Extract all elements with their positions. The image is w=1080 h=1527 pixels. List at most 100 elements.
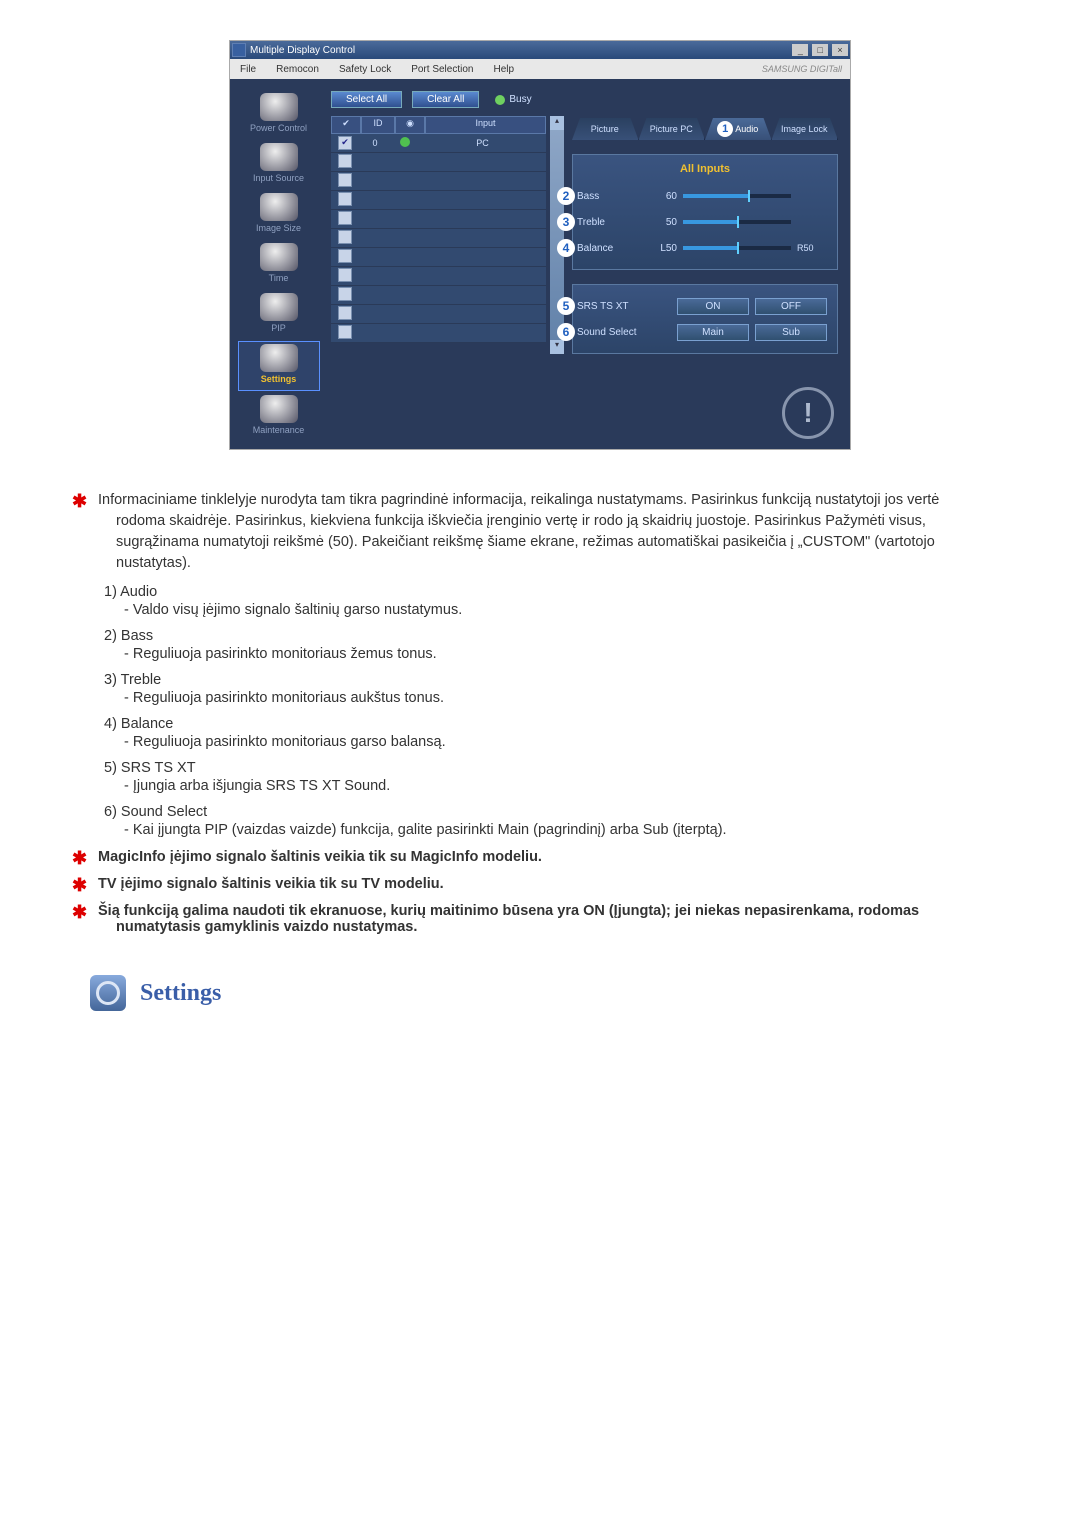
row-checkbox[interactable] xyxy=(338,268,352,282)
list-scrollbar[interactable]: ▴ ▾ xyxy=(550,116,564,354)
slider-track[interactable] xyxy=(683,220,791,224)
tab-audio[interactable]: 1Audio xyxy=(705,118,772,140)
menu-file[interactable]: File xyxy=(230,64,266,75)
select-all-button[interactable]: Select All xyxy=(331,91,402,108)
row-checkbox[interactable] xyxy=(338,211,352,225)
slider-track[interactable] xyxy=(683,246,791,250)
sidebar-item-pip[interactable]: PIP xyxy=(239,291,319,339)
tab-image-lock[interactable]: Image Lock xyxy=(772,118,839,140)
app-window: Multiple Display Control _ □ × File Remo… xyxy=(229,40,851,450)
doc-list-desc: - Įjungia arba išjungia SRS TS XT Sound. xyxy=(124,778,990,794)
col-status[interactable]: ◉ xyxy=(395,116,425,134)
brand-label: SAMSUNG DIGITall xyxy=(524,64,850,74)
col-check[interactable]: ✔ xyxy=(331,116,361,134)
doc-list-heading: 5) SRS TS XT xyxy=(104,760,990,776)
table-row[interactable]: 0 PC xyxy=(331,134,546,153)
row-checkbox[interactable] xyxy=(338,287,352,301)
table-row[interactable] xyxy=(331,210,546,229)
slider-track[interactable] xyxy=(683,194,791,198)
doc-list-heading: 1) Audio xyxy=(104,584,990,600)
pip-icon xyxy=(260,293,298,321)
slider-post: R50 xyxy=(797,243,827,253)
table-row[interactable] xyxy=(331,229,546,248)
table-row[interactable] xyxy=(331,153,546,172)
tab-picture-pc[interactable]: Picture PC xyxy=(639,118,706,140)
num-badge: 4 xyxy=(557,239,575,257)
slider-row: 4BalanceL50R50 xyxy=(583,235,827,261)
doc-note: ✱MagicInfo įėjimo signalo šaltinis veiki… xyxy=(116,848,990,865)
row-checkbox[interactable] xyxy=(338,136,352,150)
table-row[interactable] xyxy=(331,324,546,343)
scroll-down-icon[interactable]: ▾ xyxy=(550,340,564,354)
sound-sub-button[interactable]: Sub xyxy=(755,324,827,341)
slider-label: Bass xyxy=(577,191,645,202)
list-header: ✔ ID ◉ Input xyxy=(331,116,546,134)
slider-value: 60 xyxy=(651,191,677,202)
srs-label: SRS TS XT xyxy=(577,301,645,312)
menu-remocon[interactable]: Remocon xyxy=(266,64,329,75)
maintenance-icon xyxy=(260,395,298,423)
col-input[interactable]: Input xyxy=(425,116,546,134)
slider-row: 3Treble50 xyxy=(583,209,827,235)
row-checkbox[interactable] xyxy=(338,192,352,206)
sidebar-item-image-size[interactable]: Image Size xyxy=(239,191,319,239)
srs-on-button[interactable]: ON xyxy=(677,298,749,315)
table-row[interactable] xyxy=(331,172,546,191)
main-panel: Select All Clear All Busy ✔ ID ◉ Input 0 xyxy=(327,83,850,449)
table-row[interactable] xyxy=(331,305,546,324)
row-id: 0 xyxy=(359,138,391,148)
doc-note: ✱Šią funkciją galima naudoti tik ekranuo… xyxy=(116,902,990,935)
settings-icon xyxy=(260,344,298,372)
table-row[interactable] xyxy=(331,248,546,267)
maximize-button[interactable]: □ xyxy=(812,44,828,56)
row-checkbox[interactable] xyxy=(338,230,352,244)
power-icon xyxy=(260,93,298,121)
busy-dot-icon xyxy=(495,95,505,105)
close-button[interactable]: × xyxy=(832,44,848,56)
srs-off-button[interactable]: OFF xyxy=(755,298,827,315)
sidebar: Power Control Input Source Image Size Ti… xyxy=(230,83,327,449)
doc-list-heading: 3) Treble xyxy=(104,672,990,688)
scroll-up-icon[interactable]: ▴ xyxy=(550,116,564,130)
device-list: ✔ ID ◉ Input 0 PC xyxy=(331,116,546,354)
app-icon xyxy=(232,43,246,57)
minimize-button[interactable]: _ xyxy=(792,44,808,56)
table-row[interactable] xyxy=(331,191,546,210)
sidebar-item-power-control[interactable]: Power Control xyxy=(239,91,319,139)
slider-value: L50 xyxy=(651,243,677,254)
menu-port-selection[interactable]: Port Selection xyxy=(401,64,483,75)
settings-panel: Picture Picture PC 1Audio Image Lock All… xyxy=(568,116,842,354)
all-inputs-label: All Inputs xyxy=(583,163,827,175)
menu-safety-lock[interactable]: Safety Lock xyxy=(329,64,401,75)
tab-picture[interactable]: Picture xyxy=(572,118,639,140)
row-checkbox[interactable] xyxy=(338,325,352,339)
doc-list-desc: - Reguliuoja pasirinkto monitoriaus aukš… xyxy=(124,690,990,706)
menu-help[interactable]: Help xyxy=(483,64,524,75)
num-badge: 3 xyxy=(557,213,575,231)
tabs: Picture Picture PC 1Audio Image Lock xyxy=(572,116,838,140)
row-checkbox[interactable] xyxy=(338,154,352,168)
row-checkbox[interactable] xyxy=(338,249,352,263)
sidebar-item-maintenance[interactable]: Maintenance xyxy=(239,393,319,441)
slider-label: Balance xyxy=(577,243,645,254)
sound-main-button[interactable]: Main xyxy=(677,324,749,341)
status-dot-icon xyxy=(400,137,410,147)
sidebar-item-settings[interactable]: Settings xyxy=(238,341,320,391)
num-badge-6: 6 xyxy=(557,323,575,341)
col-id[interactable]: ID xyxy=(361,116,395,134)
settings-heading-title: Settings xyxy=(140,980,221,1007)
busy-indicator: Busy xyxy=(495,94,531,105)
row-checkbox[interactable] xyxy=(338,173,352,187)
window-buttons: _ □ × xyxy=(791,44,848,56)
table-row[interactable] xyxy=(331,267,546,286)
time-icon xyxy=(260,243,298,271)
slider-value: 50 xyxy=(651,217,677,228)
sidebar-item-input-source[interactable]: Input Source xyxy=(239,141,319,189)
sidebar-item-time[interactable]: Time xyxy=(239,241,319,289)
doc-note: ✱TV įėjimo signalo šaltinis veikia tik s… xyxy=(116,875,990,892)
clear-all-button[interactable]: Clear All xyxy=(412,91,479,108)
row-checkbox[interactable] xyxy=(338,306,352,320)
audio-toggles-panel: 5 SRS TS XT ON OFF 6 Sound Select Main S… xyxy=(572,284,838,354)
tab-audio-badge: 1 xyxy=(717,121,733,137)
table-row[interactable] xyxy=(331,286,546,305)
